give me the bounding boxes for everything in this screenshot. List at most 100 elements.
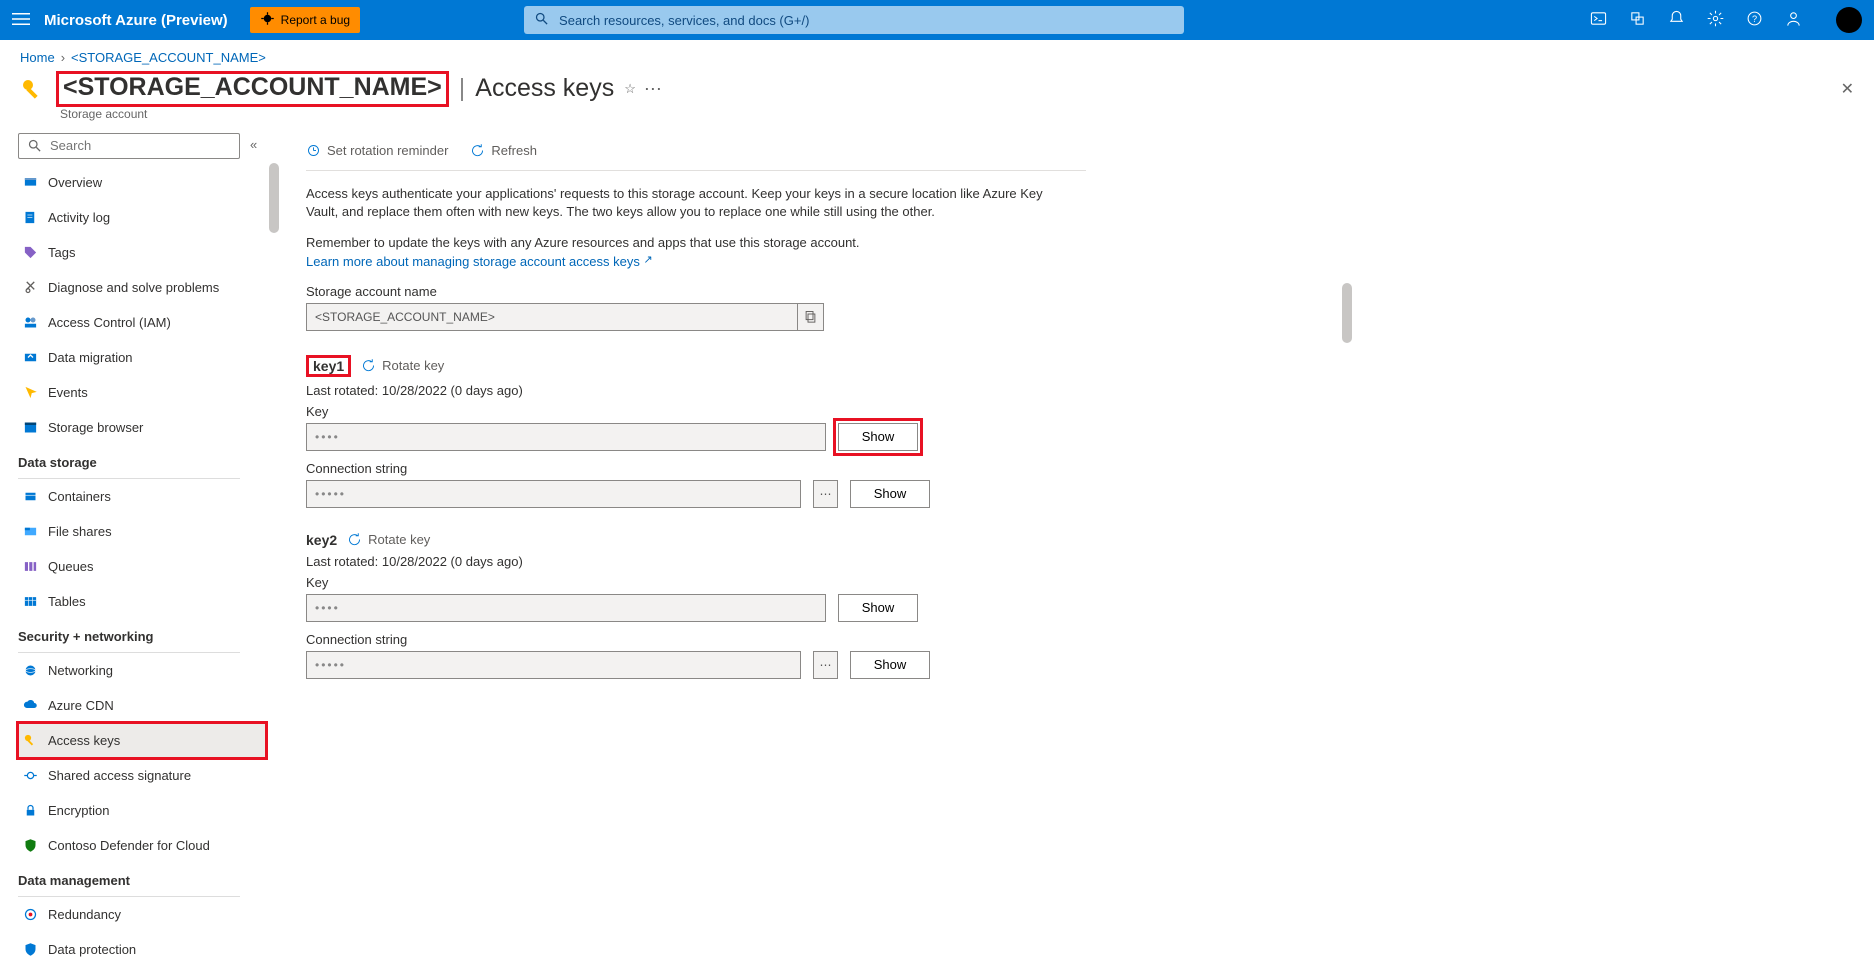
copy-account-name-button[interactable] [798,303,824,331]
diagnose-icon [22,280,38,295]
nav-label: Data protection [48,942,136,957]
nav-item-browser[interactable]: Storage browser [18,410,258,445]
connstr-value: ••••• [306,480,801,508]
set-rotation-reminder-button[interactable]: Set rotation reminder [306,143,448,158]
connstr-label: Connection string [306,632,1850,647]
page-title: <STORAGE_ACCOUNT_NAME> | Access keys [56,71,614,107]
overview-icon [22,175,38,190]
nav-label: Storage browser [48,420,143,435]
nav-item-containers[interactable]: Containers [18,479,258,514]
refresh-button[interactable]: Refresh [470,143,537,158]
global-search[interactable] [524,6,1184,34]
encryption-icon [22,803,38,818]
nav-item-iam[interactable]: Access Control (IAM) [18,305,258,340]
key-icon [20,73,48,104]
connstr-value: ••••• [306,651,801,679]
nav-item-diagnose[interactable]: Diagnose and solve problems [18,270,258,305]
main-content: Set rotation reminder Refresh Access key… [282,133,1874,958]
nav-item-activity[interactable]: Activity log [18,200,258,235]
section-security: Security + networking [18,619,281,648]
directories-icon[interactable] [1629,10,1646,30]
rotate-key-button[interactable]: Rotate key [347,532,430,547]
nav-label: Events [48,385,88,400]
favorite-icon[interactable]: ☆ [624,81,636,97]
nav-item-events[interactable]: Events [18,375,258,410]
key-name: key1 [306,355,351,377]
containers-icon [22,489,38,504]
nav-label: Data migration [48,350,133,365]
notifications-icon[interactable] [1668,10,1685,30]
nav-item-sas[interactable]: Shared access signature [18,758,258,793]
fileshares-icon [22,524,38,539]
connstr-label: Connection string [306,461,1850,476]
browser-icon [22,420,38,435]
key-label: Key [306,575,1850,590]
sidenav-search[interactable] [18,133,240,159]
report-bug-label: Report a bug [281,13,350,27]
nav-item-defender[interactable]: Contoso Defender for Cloud [18,828,258,863]
nav-label: Containers [48,489,111,504]
show-connstr-button[interactable]: Show [850,480,930,508]
page-title-bar: <STORAGE_ACCOUNT_NAME> | Access keys ☆ ⋯… [0,71,1874,111]
nav-item-cdn[interactable]: Azure CDN [18,688,258,723]
learn-more-link[interactable]: Learn more about managing storage accoun… [306,254,653,269]
nav-item-redundancy[interactable]: Redundancy [18,897,258,932]
events-icon [22,385,38,400]
rotate-key-button[interactable]: Rotate key [361,358,444,373]
close-blade-button[interactable]: ✕ [1841,79,1854,99]
last-rotated-label: Last rotated: 10/28/2022 (0 days ago) [306,383,1850,398]
sidenav-scrollbar[interactable] [269,163,279,233]
desc-p1: Access keys authenticate your applicatio… [306,185,1066,223]
brand-label[interactable]: Microsoft Azure (Preview) [44,12,228,29]
activity-icon [22,210,38,225]
nav-item-migration[interactable]: Data migration [18,340,258,375]
search-icon [534,11,549,29]
user-avatar[interactable] [1836,7,1862,33]
show-key-button[interactable]: Show [838,423,918,451]
account-name-label: Storage account name [306,284,1850,299]
sidenav-search-input[interactable] [48,137,231,154]
show-key-button[interactable]: Show [838,594,918,622]
connstr-more-icon[interactable]: ⋯ [813,480,838,508]
desc-p2: Remember to update the keys with any Azu… [306,235,860,250]
command-bar: Set rotation reminder Refresh [306,133,1086,171]
queues-icon [22,559,38,574]
set-rotation-reminder-label: Set rotation reminder [327,143,448,158]
nav-label: Tables [48,594,86,609]
report-bug-button[interactable]: Report a bug [250,7,360,33]
cloud-shell-icon[interactable] [1590,10,1607,30]
cdn-icon [22,698,38,713]
main-scrollbar[interactable] [1342,283,1352,343]
nav-item-overview[interactable]: Overview [18,165,258,200]
nav-item-queues[interactable]: Queues [18,549,258,584]
breadcrumb-home[interactable]: Home [20,50,55,65]
page-title-page: Access keys [475,74,614,103]
chevron-right-icon: › [61,50,65,65]
key-header: key2Rotate key [306,532,1850,548]
nav-item-networking[interactable]: Networking [18,653,258,688]
account-name-value: <STORAGE_ACCOUNT_NAME> [306,303,798,331]
nav-label: Activity log [48,210,110,225]
connstr-more-icon[interactable]: ⋯ [813,651,838,679]
help-icon[interactable]: ? [1746,10,1763,30]
section-datastorage: Data storage [18,445,281,474]
nav-label: Networking [48,663,113,678]
global-search-input[interactable] [557,12,1174,29]
breadcrumb: Home › <STORAGE_ACCOUNT_NAME> [0,40,1874,71]
tables-icon [22,594,38,609]
iam-icon [22,315,38,330]
hamburger-icon[interactable] [12,10,30,31]
show-connstr-button[interactable]: Show [850,651,930,679]
defender-icon [22,838,38,853]
nav-item-fileshares[interactable]: File shares [18,514,258,549]
nav-item-dataprotect[interactable]: Data protection [18,932,258,958]
nav-item-tables[interactable]: Tables [18,584,258,619]
refresh-label: Refresh [491,143,537,158]
collapse-sidenav-icon[interactable]: « [250,137,257,152]
nav-item-accesskeys[interactable]: Access keys [18,723,266,758]
nav-item-encryption[interactable]: Encryption [18,793,258,828]
feedback-icon[interactable] [1785,10,1802,30]
settings-icon[interactable] [1707,10,1724,30]
nav-item-tags[interactable]: Tags [18,235,258,270]
breadcrumb-current[interactable]: <STORAGE_ACCOUNT_NAME> [71,50,266,65]
